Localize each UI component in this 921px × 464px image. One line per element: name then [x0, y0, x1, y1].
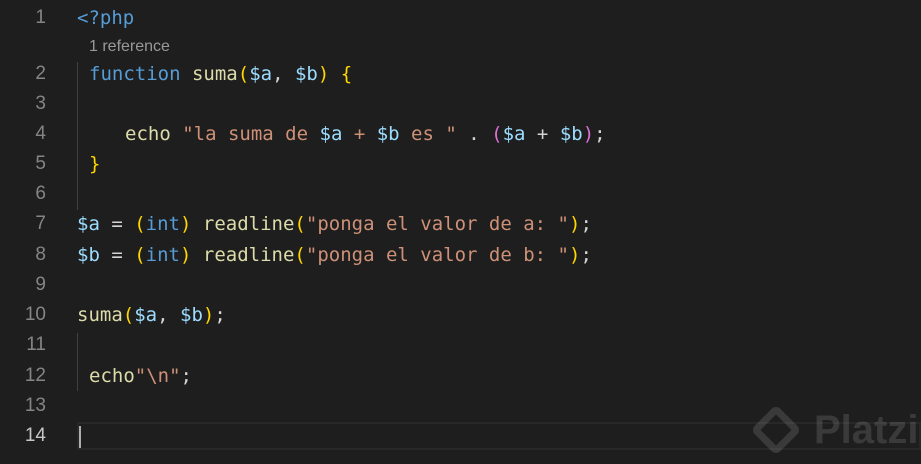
code-token: "la suma de [182, 123, 320, 145]
code-token: + [342, 123, 377, 145]
code-token: $a [77, 213, 100, 235]
code-token: $b [180, 304, 203, 326]
code-token: ( [134, 213, 146, 235]
code-token: + [525, 123, 560, 145]
line-number: 6 [35, 183, 46, 204]
line-number: 4 [35, 123, 46, 144]
code-line[interactable]: $b = (int) readline("ponga el valor de b… [77, 240, 592, 270]
code-token: . [456, 123, 492, 145]
code-token: , [157, 304, 180, 326]
code-line[interactable]: $a = (int) readline("ponga el valor de a… [77, 209, 592, 239]
line-number: 5 [35, 153, 46, 174]
code-token: ) [568, 244, 581, 266]
line-number-active: 14 [24, 425, 46, 446]
code-line[interactable]: echo "la suma de $a + $b es " . ($a + $b… [125, 119, 606, 149]
code-line[interactable]: echo"\n"; [89, 361, 192, 391]
code-token: ( [491, 123, 503, 145]
watermark-text: Platzi [814, 408, 919, 452]
code-token: ( [237, 63, 250, 85]
code-token: readline [202, 244, 295, 266]
line-number: 10 [24, 304, 46, 325]
code-token: ( [122, 304, 135, 326]
code-token: $b [294, 63, 318, 85]
line-number: 2 [35, 63, 46, 84]
code-token: "\n" [134, 365, 181, 387]
code-token: $b [376, 123, 400, 145]
code-token: = [99, 213, 135, 235]
code-token: ) [317, 63, 330, 85]
code-line[interactable]: suma($a, $b); [77, 300, 226, 330]
code-token: suma [77, 304, 123, 326]
code-token: int [145, 213, 180, 235]
code-token: ( [134, 244, 146, 266]
codelens-references[interactable]: 1 reference [89, 33, 170, 61]
code-token: ; [180, 365, 192, 387]
line-number: 13 [24, 395, 46, 416]
code-token: ) [582, 123, 595, 145]
line-number: 1 [35, 7, 46, 28]
code-line[interactable]: function suma($a, $b) { [89, 59, 352, 89]
code-token: "ponga el valor de b: " [305, 244, 569, 266]
code-token: es " [399, 123, 457, 145]
code-token: echo [125, 123, 171, 145]
line-number-gutter[interactable]: 1 2 3 4 5 6 7 8 9 10 11 12 13 14 [0, 0, 60, 464]
code-token: ; [214, 304, 226, 326]
line-number: 7 [35, 213, 46, 234]
line-number: 12 [24, 365, 46, 386]
code-token: ; [580, 244, 592, 266]
code-token: $a [134, 304, 158, 326]
code-area[interactable]: <?php 1 reference function suma($a, $b) … [77, 0, 921, 464]
line-number: 9 [35, 274, 46, 295]
code-token: $a [249, 63, 273, 85]
code-token: ( [294, 213, 306, 235]
code-token: int [145, 244, 180, 266]
code-line[interactable]: } [89, 149, 100, 179]
code-line[interactable]: <?php [77, 3, 134, 33]
code-token: echo [89, 365, 135, 387]
code-editor[interactable]: 1 2 3 4 5 6 7 8 9 10 11 12 13 14 <?php 1… [0, 0, 921, 464]
platzi-logo-icon [750, 404, 802, 456]
code-token: } [89, 153, 101, 175]
code-token: ( [294, 244, 306, 266]
code-token: ) [180, 213, 192, 235]
code-token: = [99, 244, 135, 266]
line-number: 11 [26, 334, 46, 355]
code-token: ; [594, 123, 606, 145]
code-token: ) [568, 213, 581, 235]
code-token: $b [77, 244, 100, 266]
code-token: $a [319, 123, 343, 145]
code-token: suma [191, 63, 238, 85]
code-token: $b [559, 123, 583, 145]
code-token: "ponga el valor de a: " [305, 213, 569, 235]
line-number: 8 [35, 244, 46, 265]
line-number: 3 [35, 93, 46, 114]
code-token: $a [502, 123, 526, 145]
platzi-watermark: Platzi [750, 404, 921, 464]
code-token: { [340, 63, 353, 85]
code-token: , [272, 63, 295, 85]
code-token: ) [202, 304, 215, 326]
code-token: ) [180, 244, 192, 266]
code-token: <?php [77, 7, 135, 29]
code-token: readline [202, 213, 295, 235]
code-token: ; [580, 213, 592, 235]
code-token: function [89, 63, 181, 85]
